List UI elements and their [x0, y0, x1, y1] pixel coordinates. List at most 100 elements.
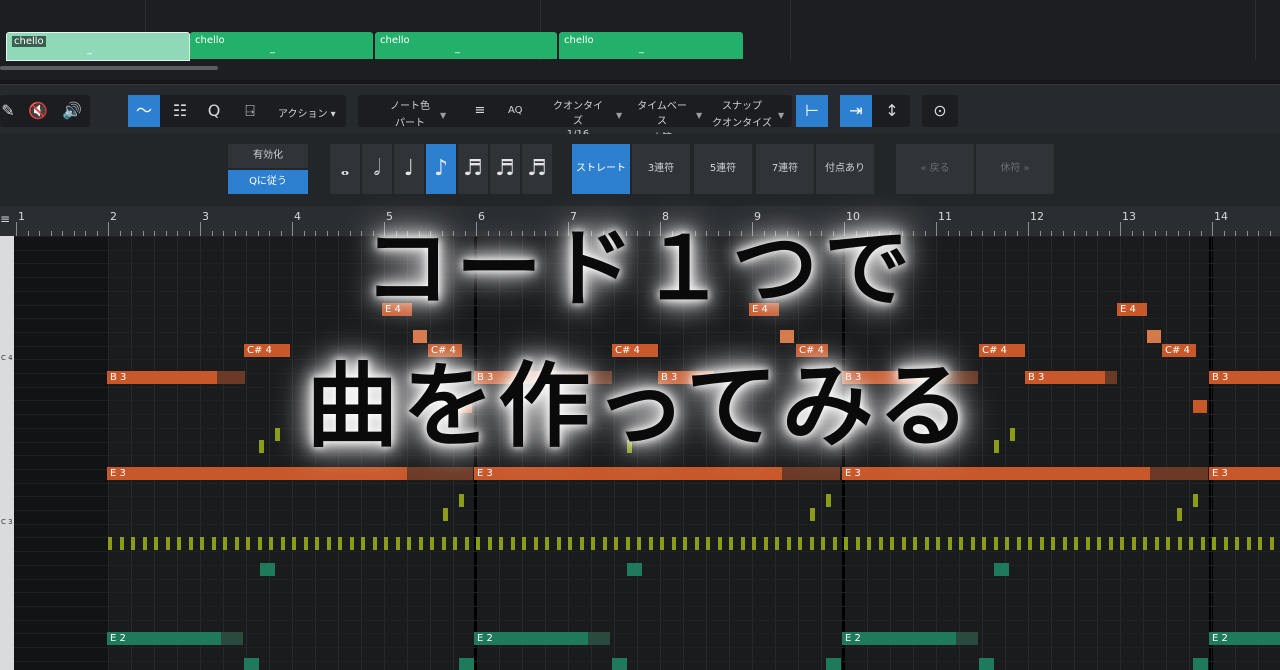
note-sixteenth[interactable]: [809, 537, 814, 550]
note-sixteenth[interactable]: [315, 537, 319, 550]
macro-icon[interactable]: ⍈: [234, 95, 266, 127]
note-sixteenth[interactable]: [1154, 537, 1159, 550]
note-sixteenth[interactable]: [786, 537, 791, 550]
note-sixteenth[interactable]: [959, 537, 963, 550]
note-sixteenth[interactable]: [1246, 537, 1251, 550]
mute-icon[interactable]: 🔇: [22, 95, 54, 127]
note-sixteenth[interactable]: [1258, 537, 1262, 550]
note-sixteenth[interactable]: [832, 537, 837, 550]
note-sixteenth[interactable]: [1051, 537, 1055, 550]
note-sixteenth[interactable]: [1166, 537, 1170, 550]
event-clip[interactable]: chello _: [190, 32, 373, 59]
note-sixteenth[interactable]: [775, 537, 779, 550]
note-sixteenth[interactable]: [1097, 537, 1101, 550]
note-sixteenth[interactable]: [913, 537, 917, 550]
note-sixteenth[interactable]: [1223, 537, 1228, 550]
back-button[interactable]: « 戻る: [896, 144, 974, 194]
note-e2[interactable]: E 2: [842, 632, 956, 645]
note-sixteenth[interactable]: [395, 537, 400, 550]
note-sixteenth[interactable]: [108, 537, 112, 550]
note-sixteenth[interactable]: [1085, 537, 1090, 550]
note-e2[interactable]: E 2: [1209, 632, 1280, 645]
note-e3[interactable]: E 3: [107, 467, 407, 480]
follow-icon[interactable]: ⇥: [840, 95, 872, 127]
note-e3[interactable]: E 3: [1209, 467, 1280, 480]
note-sixteenth[interactable]: [591, 537, 595, 550]
note-sixteenth[interactable]: [579, 537, 584, 550]
sixtyfourth-note-icon[interactable]: ♬: [522, 144, 552, 194]
note-sixteenth[interactable]: [303, 537, 308, 550]
note-sixteenth[interactable]: [1200, 537, 1205, 550]
note-sixteenth[interactable]: [154, 537, 158, 550]
note-e2[interactable]: E 2: [107, 632, 221, 645]
note-short[interactable]: [244, 658, 259, 670]
whole-note-icon[interactable]: 𝅝: [330, 144, 360, 194]
sixteenth-note-icon[interactable]: ♬: [458, 144, 488, 194]
note-accent[interactable]: [826, 494, 831, 507]
aq-button[interactable]: AQ: [508, 105, 523, 116]
note-sixteenth[interactable]: [234, 537, 239, 550]
dotted-button[interactable]: 付点あり: [816, 144, 874, 194]
note-sixteenth[interactable]: [878, 537, 883, 550]
note-sixteenth[interactable]: [522, 537, 526, 550]
straight-button[interactable]: ストレート: [572, 144, 630, 194]
note-sixteenth[interactable]: [1074, 537, 1078, 550]
enable-button[interactable]: 有効化: [228, 144, 308, 168]
note-sixteenth[interactable]: [936, 537, 940, 550]
note-sixteenth[interactable]: [499, 537, 503, 550]
note-sixteenth[interactable]: [740, 537, 745, 550]
note-sixteenth[interactable]: [568, 537, 572, 550]
forward-button[interactable]: 休符 »: [976, 144, 1054, 194]
note-sixteenth[interactable]: [1143, 537, 1147, 550]
event-clip[interactable]: chello _: [559, 32, 743, 59]
note-sixteenth[interactable]: [142, 537, 147, 550]
note-sixteenth[interactable]: [188, 537, 193, 550]
note-sixteenth[interactable]: [717, 537, 722, 550]
eraser-icon[interactable]: ✎: [0, 95, 24, 127]
note-sixteenth[interactable]: [1028, 537, 1032, 550]
note-sixteenth[interactable]: [269, 537, 273, 550]
note-sixteenth[interactable]: [430, 537, 434, 550]
event-clip[interactable]: chello _: [6, 32, 190, 61]
note-sixteenth[interactable]: [993, 537, 998, 550]
eighth-note-icon[interactable]: ♪: [426, 144, 456, 194]
note-accent[interactable]: [1193, 494, 1198, 507]
note-sixteenth[interactable]: [625, 537, 630, 550]
note-sixteenth[interactable]: [752, 537, 756, 550]
snap-grid-icon[interactable]: ⊢: [796, 95, 828, 127]
note-sixteenth[interactable]: [384, 537, 388, 550]
note-sixteenth[interactable]: [280, 537, 285, 550]
note-sixteenth[interactable]: [683, 537, 687, 550]
note-short[interactable]: [627, 563, 642, 576]
keyboard-icon[interactable]: ☷: [164, 95, 196, 127]
note-sixteenth[interactable]: [890, 537, 894, 550]
note-sixteenth[interactable]: [165, 537, 170, 550]
note-sixteenth[interactable]: [545, 537, 549, 550]
note-sixteenth[interactable]: [487, 537, 492, 550]
note-sixteenth[interactable]: [177, 537, 181, 550]
note-sixteenth[interactable]: [510, 537, 515, 550]
note-sixteenth[interactable]: [844, 537, 848, 550]
note-sixteenth[interactable]: [1189, 537, 1193, 550]
note-sixteenth[interactable]: [648, 537, 653, 550]
note-sixteenth[interactable]: [533, 537, 538, 550]
note-sixteenth[interactable]: [131, 537, 135, 550]
note-sixteenth[interactable]: [901, 537, 906, 550]
note-color-select[interactable]: ノート色 パート: [380, 97, 440, 129]
note-short[interactable]: [826, 658, 841, 670]
speaker-icon[interactable]: 🔊: [56, 95, 88, 127]
note-sixteenth[interactable]: [476, 537, 480, 550]
note-sixteenth[interactable]: [706, 537, 710, 550]
note-sixteenth[interactable]: [1005, 537, 1009, 550]
note-sixteenth[interactable]: [361, 537, 365, 550]
note-sixteenth[interactable]: [119, 537, 124, 550]
note-sixteenth[interactable]: [924, 537, 929, 550]
note-sixteenth[interactable]: [246, 537, 250, 550]
note-sixteenth[interactable]: [326, 537, 331, 550]
note-sixteenth[interactable]: [338, 537, 342, 550]
note-sixteenth[interactable]: [1131, 537, 1136, 550]
horizontal-scrollbar[interactable]: [0, 66, 218, 70]
note-sixteenth[interactable]: [798, 537, 802, 550]
note-sixteenth[interactable]: [1062, 537, 1067, 550]
follow-q-button[interactable]: Qに従う: [228, 170, 308, 194]
